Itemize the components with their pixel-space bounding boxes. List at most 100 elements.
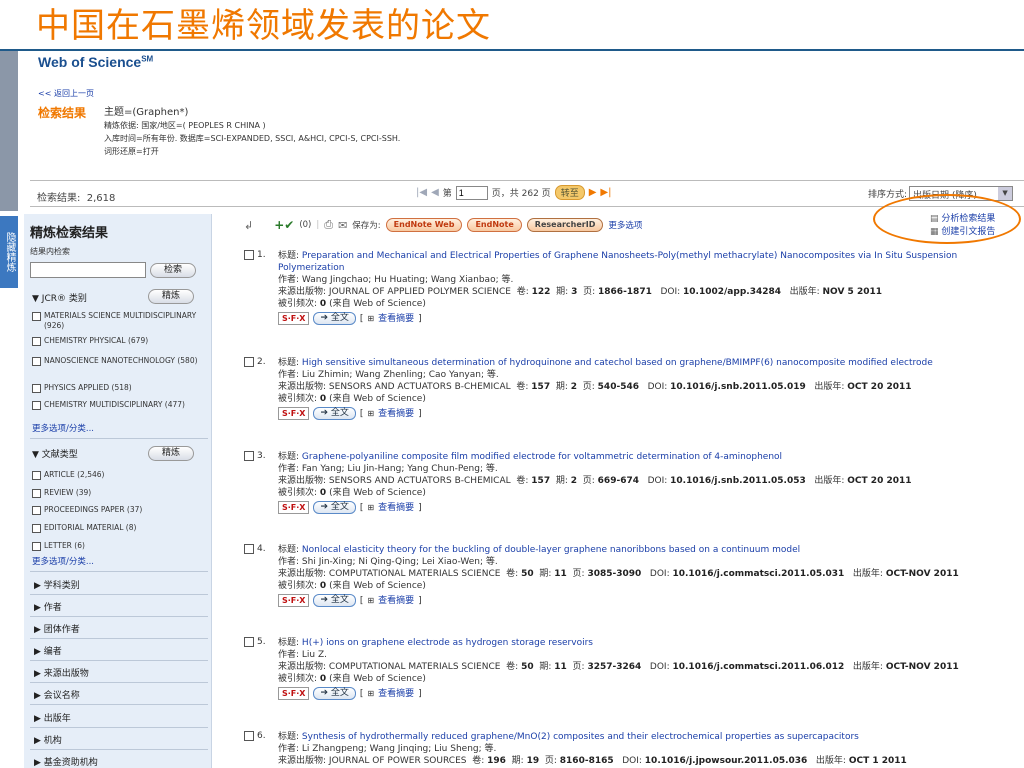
view-abstract-link[interactable]: 查看摘要 [378,408,414,420]
jcr-refine-button[interactable]: 精炼 [148,289,194,304]
within-search-button[interactable]: 检索 [150,263,196,278]
prev-page-icon[interactable]: ◀ [431,187,439,198]
expand-icon: ⊞ [367,502,375,512]
fulltext-button[interactable]: ➔ 全文 [313,312,356,325]
checkbox[interactable] [32,312,41,321]
record-title-link[interactable]: High sensitive simultaneous determinatio… [302,358,933,368]
sfx-button[interactable]: S·F·X [278,687,310,700]
fulltext-button[interactable]: ➔ 全文 [313,501,356,514]
facet-item[interactable]: LETTER (6) [32,541,207,551]
facet-item[interactable]: CHEMISTRY PHYSICAL (679) [32,336,207,346]
wos-logo: Web of ScienceSM [38,54,154,70]
record-body: 标题: Nonlocal elasticity theory for the b… [278,544,1020,607]
facet-item[interactable]: CHEMISTRY MULTIDISCIPLINARY (477) [32,400,207,410]
checkbox[interactable] [32,506,41,515]
query-refine: 精炼依据: 国家/地区=( PEOPLES R CHINA ) [104,121,266,130]
facet-item[interactable]: PHYSICS APPLIED (518) [32,383,207,393]
more-options-link[interactable]: 更多选项 [608,219,642,231]
expand-icon: ⊞ [367,595,375,605]
record-number: 6. [244,731,266,741]
facet-item[interactable]: EDITORIAL MATERIAL (8) [32,523,207,533]
facet-item[interactable]: PROCEEDINGS PAPER (37) [32,505,207,515]
checkbox[interactable] [32,384,41,393]
collapsed-facet[interactable]: ▶ 学科类别 [34,578,80,591]
collapsed-facet[interactable]: ▶ 基金资助机构 [34,755,98,768]
divider [30,727,208,728]
researcherid-button[interactable]: ResearcherID [526,218,604,232]
page-input[interactable] [455,185,488,200]
divider [30,571,208,572]
endnote-button[interactable]: EndNote [467,218,522,232]
back-link[interactable]: << 返回上一页 [38,88,94,99]
view-abstract-link[interactable]: 查看摘要 [378,313,414,325]
fulltext-button[interactable]: ➔ 全文 [313,687,356,700]
record-checkbox[interactable] [244,544,254,554]
collapsed-facet[interactable]: ▶ 编者 [34,644,62,657]
record-title-link[interactable]: H(+) ions on graphene electrode as hydro… [302,638,593,648]
view-abstract-link[interactable]: 查看摘要 [378,595,414,607]
fulltext-button[interactable]: ➔ 全文 [313,407,356,420]
first-page-icon[interactable]: |◀ [416,187,427,198]
next-page-icon[interactable]: ▶ [589,187,597,198]
record-title-link[interactable]: Preparation and Mechanical and Electrica… [278,251,957,273]
collapsed-facet[interactable]: ▶ 机构 [34,733,62,746]
checkbox[interactable] [32,524,41,533]
sfx-button[interactable]: S·F·X [278,501,310,514]
jcr-heading[interactable]: ▼ JCR® 类别 [32,291,87,304]
record-source: 来源出版物: SENSORS AND ACTUATORS B-CHEMICAL … [278,382,912,392]
within-search-input[interactable] [30,262,146,278]
facet-item[interactable]: NANOSCIENCE NANOTECHNOLOGY (580) [32,356,207,366]
record-title-link[interactable]: Graphene-polyaniline composite film modi… [302,452,782,462]
sfx-button[interactable]: S·F·X [278,407,310,420]
checkbox[interactable] [32,542,41,551]
query-topic: 主题=(Graphen*) [104,107,189,118]
record-title-link[interactable]: Synthesis of hydrothermally reduced grap… [302,732,859,742]
record-body: 标题: H(+) ions on graphene electrode as h… [278,637,1020,700]
title-divider [0,49,1024,51]
collapsed-facet[interactable]: ▶ 作者 [34,600,62,613]
sfx-button[interactable]: S·F·X [278,312,310,325]
endnote-web-button[interactable]: EndNote Web [385,218,463,232]
record-authors: 作者: Liu Zhimin; Wang Zhenling; Cao Yanya… [278,370,499,380]
hide-refine-tab[interactable]: 隐藏精炼 [0,216,18,288]
record-checkbox[interactable] [244,637,254,647]
fulltext-button[interactable]: ➔ 全文 [313,594,356,607]
sfx-button[interactable]: S·F·X [278,594,310,607]
jcr-more-link[interactable]: 更多选项/分类... [32,422,94,434]
checkbox[interactable] [32,401,41,410]
record-checkbox[interactable] [244,451,254,461]
go-button[interactable]: 转至 [554,185,585,200]
facet-item[interactable]: MATERIALS SCIENCE MULTIDISCIPLINARY (926… [32,311,207,331]
collapsed-facet[interactable]: ▶ 会议名称 [34,688,80,701]
view-abstract-link[interactable]: 查看摘要 [378,688,414,700]
collapsed-facet[interactable]: ▶ 来源出版物 [34,666,89,679]
facet-item[interactable]: ARTICLE (2,546) [32,470,207,480]
record-cited: 被引频次: 0 (来自 Web of Science) [278,581,426,591]
record-checkbox[interactable] [244,357,254,367]
checkbox[interactable] [32,337,41,346]
query-lemma: 词形还原=打开 [104,147,159,156]
collapsed-facet[interactable]: ▶ 团体作者 [34,622,80,635]
doctype-refine-button[interactable]: 精炼 [148,446,194,461]
record-cited: 被引频次: 0 (来自 Web of Science) [278,299,426,309]
doctype-more-link[interactable]: 更多选项/分类... [32,555,94,567]
collapsed-facet[interactable]: ▶ 出版年 [34,711,71,724]
record-title-link[interactable]: Nonlocal elasticity theory for the buckl… [302,545,800,555]
view-abstract-link[interactable]: 查看摘要 [378,502,414,514]
record-authors: 作者: Shi Jin-Xing; Ni Qing-Qing; Lei Xiao… [278,557,498,567]
doctype-heading[interactable]: ▼ 文献类型 [32,447,78,460]
facet-item[interactable]: REVIEW (39) [32,488,207,498]
print-icon[interactable]: ⎙ [324,218,333,232]
left-edge-bar [0,51,18,211]
select-page-arrow-icon[interactable]: ↲ [244,219,253,232]
divider [30,660,208,661]
last-page-icon[interactable]: ▶| [600,187,611,198]
checkbox[interactable] [32,489,41,498]
checkbox[interactable] [32,471,41,480]
record-checkbox[interactable] [244,731,254,741]
add-marked-icon[interactable]: +✔ [274,218,294,232]
record-authors: 作者: Liu Z. [278,650,328,660]
email-icon[interactable]: ✉ [338,219,347,232]
checkbox[interactable] [32,357,41,366]
record-checkbox[interactable] [244,250,254,260]
